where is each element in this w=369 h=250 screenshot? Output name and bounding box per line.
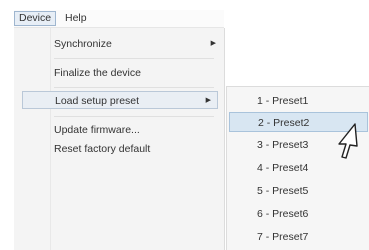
menu-item-label: Finalize the device — [54, 67, 141, 79]
submenu-item-preset6[interactable]: 6 - Preset6 — [257, 204, 367, 224]
menu-item-label: Load setup preset — [55, 95, 140, 107]
menu-device[interactable]: Device — [14, 11, 57, 26]
menu-separator — [54, 87, 214, 88]
menu-item-label: Update firmware... — [54, 124, 140, 136]
submenu-arrow-icon: ▶ — [205, 97, 211, 104]
menu-item-label: Synchronize — [54, 38, 112, 50]
menu-separator — [54, 116, 214, 117]
menu-item-label: Reset factory default — [54, 143, 151, 155]
preset-submenu: 1 - Preset1 2 - Preset2 3 - Preset3 4 - … — [226, 86, 369, 250]
menu-icon-gutter — [50, 28, 51, 250]
menu-item-finalize-device[interactable]: Finalize the device — [54, 64, 222, 82]
menu-help[interactable]: Help — [61, 11, 91, 25]
device-dropdown-menu: Synchronize ▶ Finalize the device Load s… — [14, 28, 225, 250]
submenu-item-preset1[interactable]: 1 - Preset1 — [257, 91, 367, 111]
menu-separator — [54, 58, 214, 59]
submenu-arrow-icon: ▶ — [210, 40, 216, 47]
submenu-item-preset5[interactable]: 5 - Preset5 — [257, 181, 367, 201]
submenu-item-preset4[interactable]: 4 - Preset4 — [257, 158, 367, 178]
menu-item-update-firmware[interactable]: Update firmware... — [54, 121, 222, 139]
submenu-item-preset7[interactable]: 7 - Preset7 — [257, 227, 367, 247]
menu-item-synchronize[interactable]: Synchronize ▶ — [54, 35, 222, 53]
menu-item-load-setup-preset[interactable]: Load setup preset ▶ — [22, 91, 218, 109]
mouse-pointer-icon — [338, 123, 358, 159]
menu-bar: Device Help — [14, 10, 224, 28]
menu-item-reset-factory-default[interactable]: Reset factory default — [54, 140, 222, 158]
